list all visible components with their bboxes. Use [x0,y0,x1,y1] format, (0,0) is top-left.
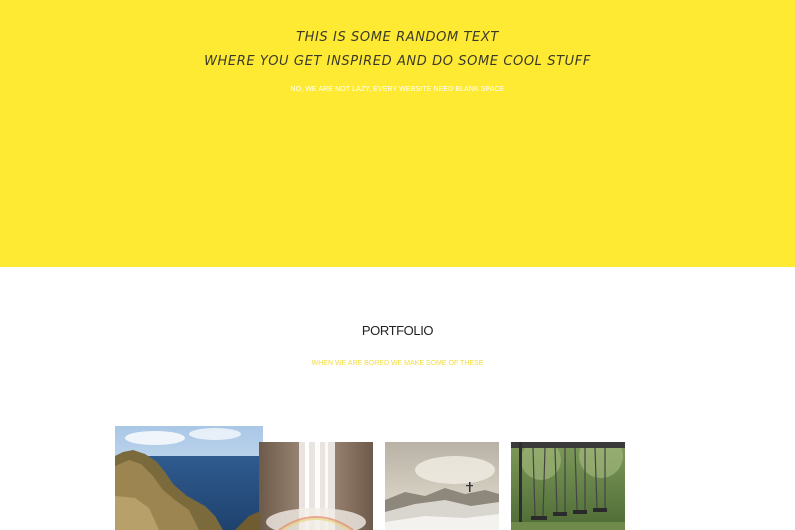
portfolio-item-snowy-mountain[interactable] [385,442,499,530]
hero-subtitle: NO, WE ARE NOT LAZY, EVERY WEBSITE NEED … [290,86,505,93]
portfolio-item-swings[interactable] [511,442,625,530]
waterfall-photo [259,442,373,530]
hero-section: THIS IS SOME RANDOM TEXT WHERE YOU GET I… [0,0,795,267]
portfolio-item-coastal-cliff[interactable] [115,426,263,530]
portfolio-item-waterfall[interactable] [259,442,373,530]
snowy-mountain-photo [385,442,499,530]
hero-heading-line-1: THIS IS SOME RANDOM TEXT [296,30,499,45]
portfolio-title: PORTFOLIO [361,323,434,338]
hero-heading-line-2: WHERE YOU GET INSPIRED AND DO SOME COOL … [204,54,591,69]
portfolio-subtitle: WHEN WE ARE BORED WE MAKE SOME OF THESE [311,360,484,367]
swings-photo [511,442,625,530]
coastal-cliff-photo [115,426,263,530]
